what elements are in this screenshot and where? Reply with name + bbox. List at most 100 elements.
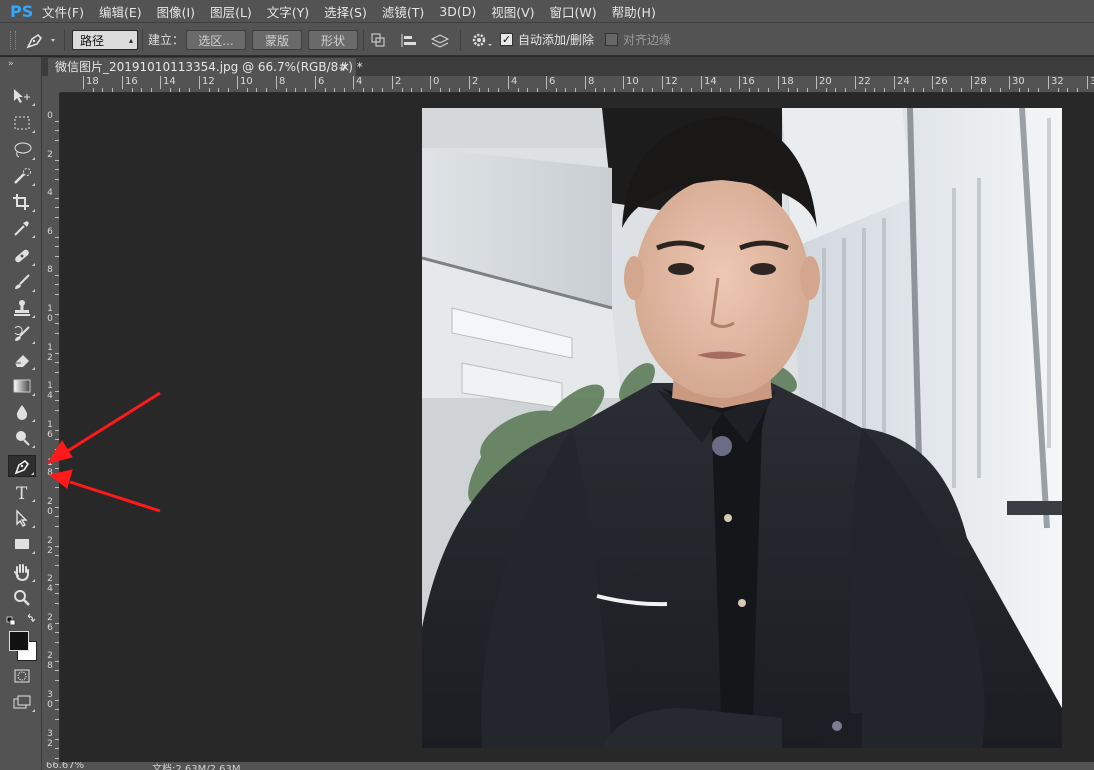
v-ruler-label: 2 [47,150,53,160]
h-ruler-tick [951,88,952,92]
zoom-level[interactable]: 66.67% [46,762,84,770]
make-shape-button[interactable]: 形状 [308,30,358,50]
pen-tool[interactable] [8,455,36,477]
auto-add-delete-checkbox[interactable]: ✓ [500,33,513,46]
menu-select[interactable]: 选择(S) [324,2,367,21]
settings-button[interactable] [468,30,494,50]
menu-filter[interactable]: 滤镜(T) [382,2,424,21]
menu-layer[interactable]: 图层(L) [210,2,252,21]
v-ruler-tick [55,217,59,218]
menu-view[interactable]: 视图(V) [491,2,534,21]
path-alignment-button[interactable] [398,30,420,50]
quick-mask-button[interactable] [8,665,36,687]
v-ruler-tick [55,372,59,373]
v-ruler-tick [55,603,59,604]
make-selection-button[interactable]: 选区... [186,30,246,50]
options-grip[interactable] [10,31,16,49]
v-ruler-tick [55,507,59,508]
h-ruler-tick [672,88,673,92]
v-ruler-label: 16 [47,420,53,440]
h-ruler-tick [797,88,798,92]
h-ruler-tick [913,88,914,92]
zoom-tool[interactable] [8,587,36,609]
menu-3d[interactable]: 3D(D) [439,4,476,19]
brush-tool[interactable] [8,271,36,293]
move-icon [14,89,30,103]
menu-help[interactable]: 帮助(H) [612,2,656,21]
type-tool[interactable]: T [8,481,36,503]
eyedropper-tool[interactable] [8,217,36,239]
tool-preset-picker[interactable] [22,30,58,50]
path-operations-button[interactable] [368,30,390,50]
color-swatches[interactable] [9,631,37,661]
rectangle-tool[interactable] [8,533,36,555]
h-ruler-label: 34 [1087,76,1094,89]
h-ruler-tick [556,88,557,92]
hand-tool[interactable] [8,561,36,583]
v-ruler-tick [55,700,59,701]
h-ruler-tick [1058,88,1059,92]
tool-mode-select[interactable]: 路径 ▴ [72,30,138,50]
path-arrangement-button[interactable] [428,30,452,50]
history-brush-tool[interactable] [8,323,36,345]
v-ruler-tick [55,246,59,247]
h-ruler-label: 2 [469,76,478,89]
v-ruler-tick [55,555,59,556]
align-edges-label: 对齐边缘 [623,33,672,47]
clone-stamp-tool[interactable] [8,297,36,319]
quick-select-tool[interactable] [8,165,36,187]
auto-add-delete-label: 自动添加/删除 [518,33,595,47]
foreground-color-swatch[interactable] [9,631,29,651]
pen-tool-icon [14,459,30,475]
healing-brush-tool[interactable] [8,245,36,267]
h-ruler-tick [720,88,721,92]
options-bar: 路径 ▴ 建立： 选区... 蒙版 形状 ✓ 自动添加/删除 对齐边缘 [0,22,1094,56]
move-tool[interactable] [8,85,36,107]
magnifier-icon [14,590,30,606]
lasso-tool[interactable] [8,139,36,161]
v-ruler-label: 18 [47,458,53,478]
horizontal-ruler[interactable]: 18 16 14 12 10 8 6 4 2 0 2 4 6 8 10 12 14 16 18 20 22 24 26 28 3… [60,76,1094,93]
ruler-origin[interactable] [42,76,60,93]
type-icon: T [16,484,28,501]
document-tab[interactable]: 微信图片_20191010113354.jpg @ 66.7%(RGB/8#) … [48,58,363,76]
h-ruler-label: 4 [508,76,517,89]
eraser-tool[interactable] [8,349,36,371]
h-ruler-tick [363,88,364,92]
vertical-ruler[interactable]: 0246810121416182022242628303234 [42,93,60,763]
v-ruler-tick [55,353,59,354]
dodge-tool[interactable] [8,427,36,449]
document-image[interactable] [422,108,1062,748]
color-swap-controls[interactable] [6,613,38,627]
h-ruler-tick [132,88,133,92]
gradient-tool[interactable] [8,375,36,397]
menu-bar: PS 文件(F) 编辑(E) 图像(I) 图层(L) 文字(Y) 选择(S) 滤… [0,0,1094,22]
menu-edit[interactable]: 编辑(E) [99,2,142,21]
h-ruler-label: 18 [83,76,99,89]
h-ruler-label: 18 [778,76,794,89]
h-ruler-label: 12 [662,76,678,89]
v-ruler-tick [55,323,59,324]
eraser-icon [15,355,29,367]
close-tab-icon[interactable]: × [340,58,350,76]
arrange-icon [430,34,450,48]
ps-logo: PS [10,1,34,21]
marquee-tool[interactable] [8,112,36,134]
align-edges-checkbox[interactable] [605,33,618,46]
v-ruler-tick [55,739,59,740]
menu-window[interactable]: 窗口(W) [550,2,597,21]
v-ruler-tick [55,439,59,440]
make-mask-button[interactable]: 蒙版 [252,30,302,50]
v-ruler-tick [55,477,59,478]
h-ruler-label: 22 [855,76,871,89]
path-selection-tool[interactable] [8,507,36,529]
blur-tool[interactable] [8,401,36,423]
menu-file[interactable]: 文件(F) [42,2,84,21]
crop-tool[interactable] [8,191,36,213]
menu-image[interactable]: 图像(I) [157,2,195,21]
v-ruler-tick [55,719,59,720]
menu-type[interactable]: 文字(Y) [267,2,309,21]
collapse-icon[interactable]: » [8,59,14,69]
v-ruler-label: 10 [47,304,53,324]
screen-mode-button[interactable] [8,691,36,713]
